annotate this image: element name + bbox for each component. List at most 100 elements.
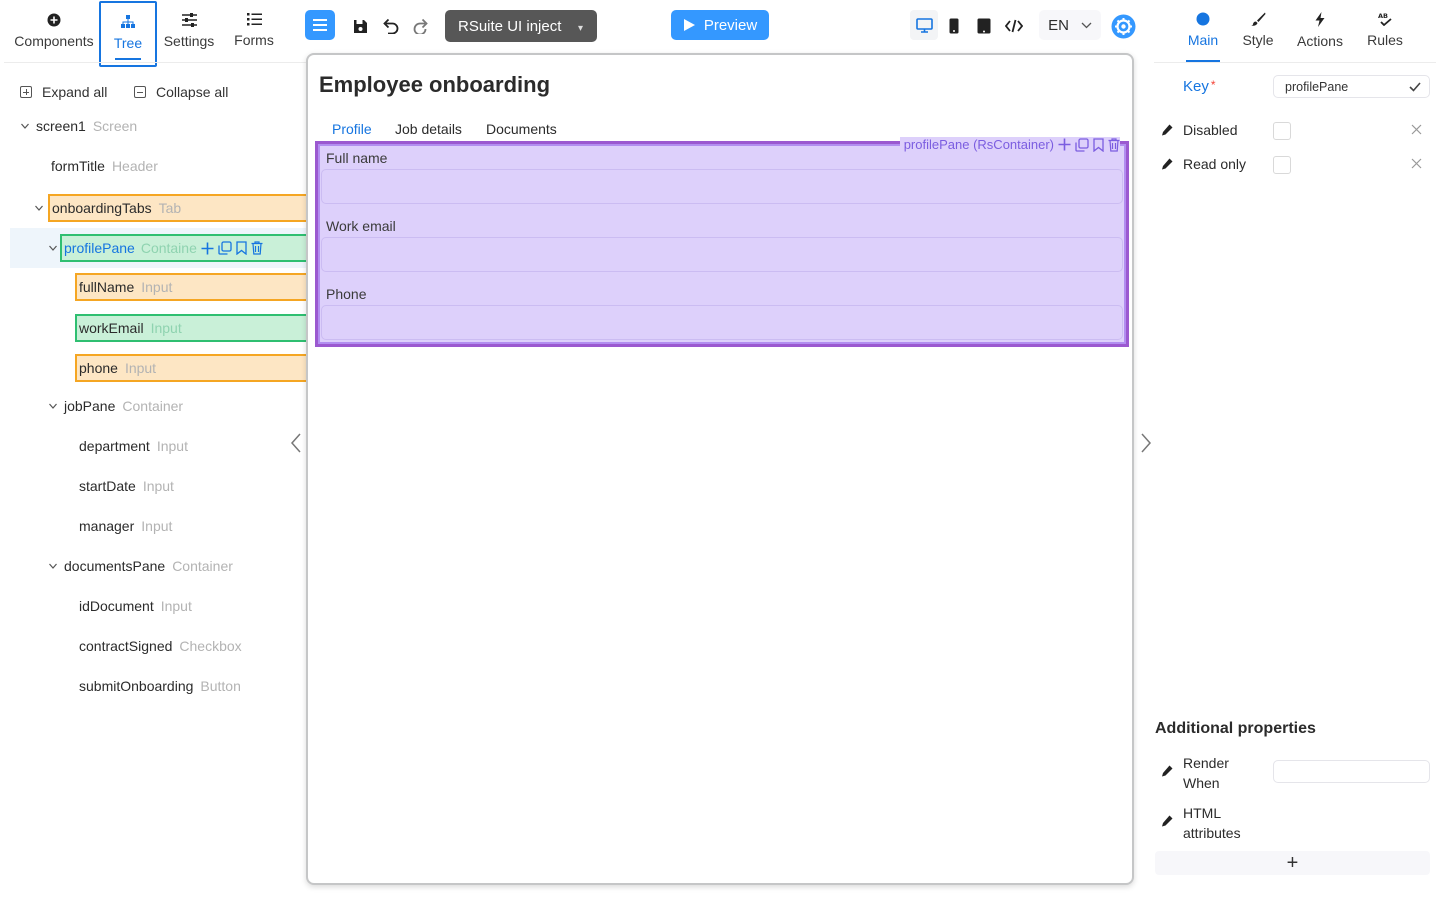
tree-node-startdate[interactable]: startDate Input: [79, 473, 174, 499]
tree-node-contractsigned[interactable]: contractSigned Checkbox: [79, 633, 242, 659]
collapse-right-panel-icon[interactable]: [1139, 432, 1153, 454]
bolt-icon: [1315, 12, 1325, 27]
tab-forms[interactable]: Forms: [228, 0, 280, 64]
tablet-view-button[interactable]: [972, 10, 996, 42]
tab-components[interactable]: Components: [12, 0, 96, 64]
collapse-left-panel-icon[interactable]: [289, 432, 303, 454]
copy-icon[interactable]: [1075, 137, 1089, 152]
expand-icon: [20, 86, 32, 98]
tree-node-onboardingtabs[interactable]: onboardingTabs Tab: [34, 194, 314, 222]
tree-node-documentspane[interactable]: documentsPane Container: [48, 553, 233, 579]
node-type: Input: [160, 598, 192, 614]
node-type: Input: [124, 360, 157, 376]
close-icon[interactable]: [1411, 124, 1422, 135]
pen-icon: [1162, 815, 1173, 827]
undo-button[interactable]: [378, 10, 402, 42]
mobile-view-button[interactable]: [942, 10, 966, 42]
required-marker: *: [1210, 78, 1216, 92]
code-icon: [1005, 19, 1023, 33]
chevron-down-icon[interactable]: [48, 401, 58, 411]
expand-all-label: Expand all: [42, 84, 108, 100]
pen-icon: [1162, 765, 1173, 777]
tree-node-screen1[interactable]: screen1 Screen: [20, 113, 137, 139]
desktop-view-button[interactable]: [910, 10, 938, 40]
tab-rules[interactable]: AB Rules: [1365, 0, 1405, 64]
disabled-checkbox[interactable]: [1273, 122, 1291, 140]
chevron-down-icon[interactable]: [48, 243, 58, 253]
node-name: jobPane: [64, 398, 116, 414]
settings-button[interactable]: [1110, 10, 1136, 42]
bookmark-icon[interactable]: [236, 241, 247, 255]
check-icon[interactable]: [1409, 82, 1421, 92]
render-when-input[interactable]: [1273, 760, 1430, 783]
caret-down-icon: ▾: [577, 23, 583, 34]
tab-style[interactable]: Style: [1240, 0, 1276, 64]
node-name: idDocument: [79, 598, 154, 614]
tree-node-department[interactable]: department Input: [79, 433, 188, 459]
phone-label: Phone: [326, 286, 367, 302]
node-type: Button: [200, 678, 241, 694]
trash-icon[interactable]: [251, 241, 263, 255]
menu-button[interactable]: [305, 10, 335, 40]
plus-circle-icon: [47, 13, 61, 27]
profile-pane-container[interactable]: profilePane (RsContainer) Full name Work…: [315, 137, 1129, 347]
trash-icon[interactable]: [1108, 137, 1120, 152]
tree-node-manager[interactable]: manager Input: [79, 513, 172, 539]
theme-select[interactable]: RSuite UI inject ▾: [445, 10, 597, 42]
node-name: fullName: [79, 279, 135, 295]
tab-actions[interactable]: Actions: [1295, 0, 1345, 64]
work-email-input[interactable]: [321, 237, 1123, 272]
tree-node-jobpane[interactable]: jobPane Container: [48, 393, 183, 419]
tree-node-profilepane[interactable]: profilePane Containe: [48, 234, 314, 262]
tree-node-fullname[interactable]: fullName Input: [75, 273, 314, 301]
tablet-icon: [977, 18, 991, 34]
redo-button[interactable]: [408, 10, 432, 42]
collapse-all-button[interactable]: Collapse all: [134, 84, 228, 100]
save-button[interactable]: [348, 10, 372, 42]
tree-node-workemail[interactable]: workEmail Input: [75, 314, 314, 342]
expand-all-button[interactable]: Expand all: [20, 84, 107, 100]
add-property-label: +: [1286, 851, 1299, 874]
tree-node-submitonboarding[interactable]: submitOnboarding Button: [79, 673, 241, 699]
tab-main[interactable]: Main: [1186, 0, 1220, 64]
mobile-icon: [949, 18, 959, 34]
tab-job-details[interactable]: Job details: [395, 121, 462, 137]
tab-profile[interactable]: Profile: [332, 121, 372, 137]
sitemap-icon: [121, 15, 135, 28]
divider: [1154, 62, 1436, 63]
render-when-line-2: When: [1183, 775, 1220, 791]
key-input-value: profilePane: [1285, 80, 1349, 94]
desktop-icon: [915, 17, 933, 33]
language-select[interactable]: EN: [1039, 10, 1101, 40]
circle-icon: [1196, 12, 1210, 26]
add-icon[interactable]: [1058, 138, 1071, 151]
tree-node-formtitle[interactable]: formTitle Header: [51, 153, 158, 179]
bookmark-icon[interactable]: [1093, 137, 1104, 152]
full-name-input[interactable]: [321, 169, 1123, 204]
tab-documents[interactable]: Documents: [486, 121, 557, 137]
node-type: Tab: [158, 200, 182, 216]
tree-node-iddocument[interactable]: idDocument Input: [79, 593, 192, 619]
render-when-line-1: Render: [1183, 755, 1229, 771]
tab-tree[interactable]: Tree: [99, 1, 157, 67]
preview-button[interactable]: Preview: [671, 10, 769, 40]
code-view-button[interactable]: [1002, 10, 1026, 42]
tab-settings[interactable]: Settings: [160, 0, 218, 64]
work-email-label: Work email: [326, 218, 396, 234]
key-label-text: Key: [1183, 78, 1209, 95]
active-tab-underline: [115, 58, 141, 60]
tree-node-phone[interactable]: phone Input: [75, 354, 314, 382]
chevron-down-icon[interactable]: [48, 561, 58, 571]
copy-icon[interactable]: [218, 241, 232, 255]
phone-input[interactable]: [321, 305, 1123, 340]
key-input[interactable]: profilePane: [1273, 75, 1430, 98]
add-property-button[interactable]: +: [1155, 851, 1430, 875]
read-only-checkbox[interactable]: [1273, 156, 1291, 174]
chevron-down-icon[interactable]: [20, 121, 30, 131]
close-icon[interactable]: [1411, 158, 1422, 169]
node-name: formTitle: [51, 158, 105, 174]
chevron-down-icon[interactable]: [34, 203, 44, 213]
add-icon[interactable]: [201, 242, 214, 255]
svg-text:AB: AB: [1378, 12, 1388, 20]
form-title[interactable]: Employee onboarding: [319, 72, 550, 98]
